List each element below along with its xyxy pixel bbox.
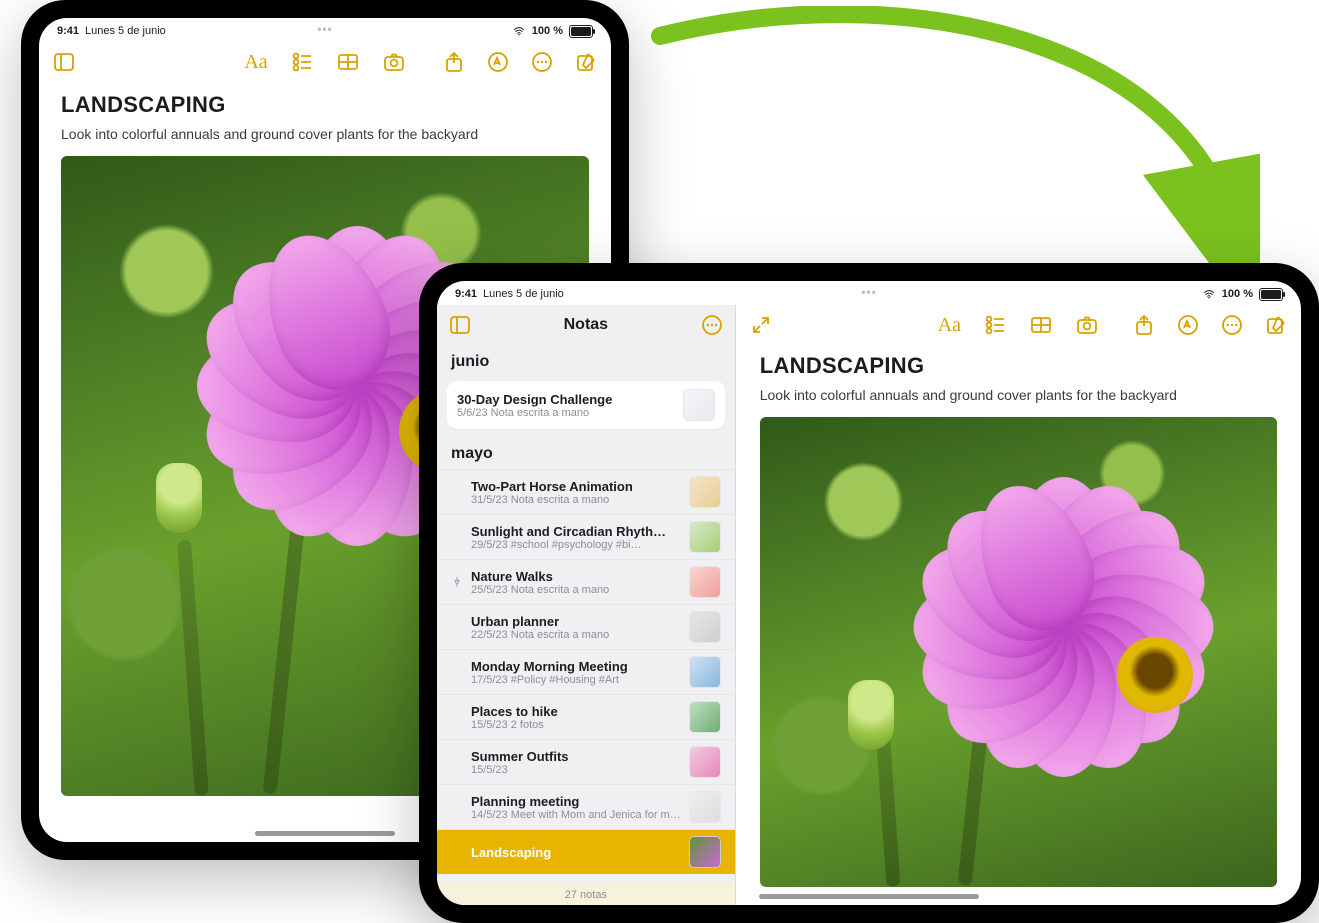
status-date: Lunes 5 de junio xyxy=(483,288,564,300)
status-time: 9:41 xyxy=(455,288,477,300)
sidebar-month-header: mayo xyxy=(437,437,735,469)
note-row[interactable]: Planning meeting14/5/23 Meet with Mom an… xyxy=(437,784,735,829)
note-row-thumb xyxy=(689,476,721,508)
note-row-subtitle: 29/5/23 #school #psychology #bi… xyxy=(471,539,681,551)
note-content[interactable]: LANDSCAPING Look into colorful annuals a… xyxy=(736,345,1301,887)
front-camera xyxy=(311,6,339,14)
note-title: LANDSCAPING xyxy=(61,92,589,118)
share-button[interactable] xyxy=(441,49,467,75)
note-row[interactable]: Landscaping xyxy=(437,829,735,874)
note-card[interactable]: 30-Day Design Challenge5/6/23 Nota escri… xyxy=(447,381,725,429)
note-row-subtitle: 15/5/23 2 fotos xyxy=(471,719,681,731)
note-row[interactable]: Nature Walks25/5/23 Nota escrita a mano xyxy=(437,559,735,604)
note-toolbar: Aa xyxy=(39,42,611,82)
home-indicator[interactable] xyxy=(255,831,395,836)
markup-button[interactable] xyxy=(485,49,511,75)
table-button[interactable] xyxy=(335,49,361,75)
multitask-dots-icon[interactable]: ••• xyxy=(861,285,877,299)
camera-button[interactable] xyxy=(381,49,407,75)
table-button[interactable] xyxy=(1028,312,1054,338)
ipad-landscape: 9:41 Lunes 5 de junio ••• 100 % xyxy=(419,263,1319,923)
note-row-thumb xyxy=(689,791,721,823)
wifi-icon xyxy=(1202,289,1216,300)
note-body: Look into colorful annuals and ground co… xyxy=(61,126,589,142)
note-row-title: Places to hike xyxy=(471,704,681,719)
note-row-title: Planning meeting xyxy=(471,794,681,809)
status-time: 9:41 xyxy=(57,25,79,37)
home-indicator[interactable] xyxy=(759,894,979,899)
note-row-subtitle: 31/5/23 Nota escrita a mano xyxy=(471,494,681,506)
note-row-thumb xyxy=(689,701,721,733)
front-camera xyxy=(425,579,433,607)
note-row-subtitle: 25/5/23 Nota escrita a mano xyxy=(471,584,681,596)
note-title: LANDSCAPING xyxy=(760,353,1277,379)
notes-sidebar: Notas junio 30-Day Design Challenge5/6/23… xyxy=(437,305,736,905)
notes-count: 27 notas xyxy=(437,883,735,905)
note-row-title: Summer Outfits xyxy=(471,749,681,764)
note-row[interactable]: Summer Outfits15/5/23 xyxy=(437,739,735,784)
camera-button[interactable] xyxy=(1074,312,1100,338)
note-row-thumb xyxy=(689,566,721,598)
expand-button[interactable] xyxy=(748,312,774,338)
sidebar-month-header: junio xyxy=(437,345,735,377)
note-row-title: Urban planner xyxy=(471,614,681,629)
sidebar-toggle-icon[interactable] xyxy=(51,49,77,75)
note-row-thumb xyxy=(689,521,721,553)
note-row-subtitle: 15/5/23 xyxy=(471,764,681,776)
note-row[interactable]: Urban planner22/5/23 Nota escrita a mano xyxy=(437,604,735,649)
note-row-thumb xyxy=(689,656,721,688)
note-row[interactable]: Places to hike15/5/23 2 fotos xyxy=(437,694,735,739)
pin-icon xyxy=(451,576,463,588)
note-row-title: Sunlight and Circadian Rhyth… xyxy=(471,524,681,539)
note-row[interactable]: Monday Morning Meeting17/5/23 #Policy #H… xyxy=(437,649,735,694)
status-bar: 9:41 Lunes 5 de junio ••• 100 % xyxy=(39,18,611,42)
flower-image xyxy=(760,417,1277,887)
battery-percent: 100 % xyxy=(1222,288,1253,300)
multitask-dots-icon[interactable]: ••• xyxy=(317,22,333,36)
sidebar-title: Notas xyxy=(473,316,699,334)
share-button[interactable] xyxy=(1131,312,1157,338)
note-row-title: Landscaping xyxy=(471,845,681,860)
note-row[interactable]: Two-Part Horse Animation31/5/23 Nota esc… xyxy=(437,469,735,514)
battery-icon xyxy=(1259,288,1283,301)
note-row-subtitle: 17/5/23 #Policy #Housing #Art xyxy=(471,674,681,686)
note-row-thumb xyxy=(689,611,721,643)
note-row-title: Nature Walks xyxy=(471,569,681,584)
more-button[interactable] xyxy=(1219,312,1245,338)
note-photo[interactable] xyxy=(760,417,1277,887)
sidebar-more-button[interactable] xyxy=(699,312,725,338)
note-card-subtitle: 5/6/23 Nota escrita a mano xyxy=(457,407,675,419)
checklist-button[interactable] xyxy=(289,49,315,75)
compose-button[interactable] xyxy=(1263,312,1289,338)
note-row[interactable]: Sunlight and Circadian Rhyth…29/5/23 #sc… xyxy=(437,514,735,559)
note-toolbar: Aa xyxy=(736,305,1301,345)
note-row-thumb xyxy=(689,836,721,868)
format-button[interactable]: Aa xyxy=(936,312,962,338)
format-button[interactable]: Aa xyxy=(243,49,269,75)
note-row-thumb xyxy=(689,746,721,778)
status-bar: 9:41 Lunes 5 de junio ••• 100 % xyxy=(437,281,1301,305)
note-body: Look into colorful annuals and ground co… xyxy=(760,387,1277,403)
compose-button[interactable] xyxy=(573,49,599,75)
note-row-subtitle: 22/5/23 Nota escrita a mano xyxy=(471,629,681,641)
note-row-title: Two-Part Horse Animation xyxy=(471,479,681,494)
wifi-icon xyxy=(512,26,526,37)
checklist-button[interactable] xyxy=(982,312,1008,338)
note-row-subtitle: 14/5/23 Meet with Mom and Jenica for m… xyxy=(471,809,681,821)
battery-icon xyxy=(569,25,593,38)
more-button[interactable] xyxy=(529,49,555,75)
markup-button[interactable] xyxy=(1175,312,1201,338)
status-date: Lunes 5 de junio xyxy=(85,25,166,37)
sidebar-toggle-icon[interactable] xyxy=(447,312,473,338)
note-row-title: Monday Morning Meeting xyxy=(471,659,681,674)
note-card-thumb xyxy=(683,389,715,421)
battery-percent: 100 % xyxy=(532,25,563,37)
note-card-title: 30-Day Design Challenge xyxy=(457,392,675,407)
